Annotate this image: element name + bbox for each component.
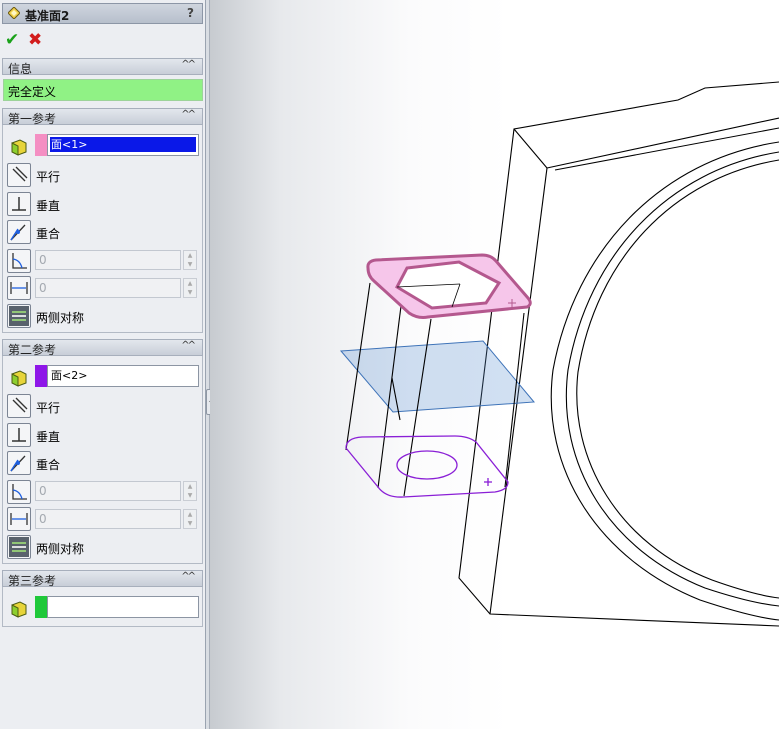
perpendicular-button[interactable] — [7, 192, 31, 216]
coincident-icon — [10, 224, 26, 241]
reference1-color-swatch — [35, 134, 47, 156]
angle-icon — [12, 484, 27, 500]
distance-button[interactable] — [7, 276, 31, 300]
parallel-button[interactable] — [7, 394, 31, 418]
angle-icon — [12, 253, 27, 269]
plane-feature-icon — [8, 7, 20, 19]
parallel-icon — [12, 397, 28, 413]
collapse-icon[interactable]: ^^ — [181, 340, 196, 351]
collapse-icon[interactable]: ^^ — [181, 59, 196, 70]
perpendicular-button[interactable] — [7, 423, 31, 447]
distance-icon — [10, 282, 28, 294]
datum-plane-preview — [339, 340, 536, 413]
third-reference-selection-field[interactable] — [47, 596, 199, 618]
first-reference-selection-field[interactable]: 面<1> — [47, 134, 199, 156]
distance-input[interactable]: 0 — [35, 278, 181, 298]
top-face-selected — [366, 253, 532, 319]
parallel-button[interactable] — [7, 163, 31, 187]
symmetric-button[interactable] — [7, 535, 31, 559]
coincident-button[interactable] — [7, 220, 31, 244]
help-icon[interactable]: ? — [187, 6, 194, 20]
face-selection-icon — [11, 601, 27, 618]
face-selection-icon — [11, 370, 27, 387]
status-message: 完全定义 — [3, 79, 203, 101]
coincident-label: 重合 — [36, 458, 61, 472]
coincident-icon — [10, 455, 26, 472]
distance-button[interactable] — [7, 507, 31, 531]
perpendicular-label: 垂直 — [36, 430, 61, 444]
ok-button[interactable]: ✔ — [5, 31, 19, 49]
bottom-face-highlight — [345, 435, 509, 498]
parallel-icon — [12, 166, 28, 182]
angle-button[interactable] — [7, 249, 31, 273]
distance-input[interactable]: 0 — [35, 509, 181, 529]
first-reference-selection-text: 面<1> — [50, 137, 196, 152]
second-reference-selection-field[interactable]: 面<2> — [47, 365, 199, 387]
perpendicular-icon — [12, 428, 26, 442]
distance-spinner[interactable]: ▲ ▼ — [183, 278, 197, 298]
base-part — [458, 81, 779, 627]
symmetric-label: 两侧对称 — [36, 542, 85, 556]
cancel-button[interactable]: ✖ — [28, 31, 42, 49]
symmetric-label: 两侧对称 — [36, 311, 85, 325]
collapse-icon[interactable]: ^^ — [181, 571, 196, 582]
distance-icon — [10, 513, 28, 525]
parallel-label: 平行 — [36, 401, 61, 415]
second-reference-body — [2, 356, 203, 564]
perpendicular-icon — [12, 197, 26, 211]
angle-input[interactable]: 0 — [35, 481, 181, 501]
info-section-label: 信息 — [8, 62, 33, 76]
angle-button[interactable] — [7, 480, 31, 504]
symmetric-button[interactable] — [7, 304, 31, 328]
first-reference-header[interactable]: 第一参考 ^^ — [2, 108, 203, 126]
coincident-label: 重合 — [36, 227, 61, 241]
coincident-button[interactable] — [7, 451, 31, 475]
distance-spinner[interactable]: ▲ ▼ — [183, 509, 197, 529]
status-text: 完全定义 — [8, 85, 57, 99]
model-view[interactable] — [210, 0, 779, 729]
first-reference-body — [2, 125, 203, 333]
info-section-header[interactable]: 信息 ^^ — [2, 58, 203, 76]
panel-title: 基准面2 — [25, 9, 70, 23]
graphics-viewport[interactable] — [210, 0, 779, 729]
second-reference-header[interactable]: 第二参考 ^^ — [2, 339, 203, 357]
property-manager-panel: 基准面2 ? ✔ ✖ 信息 ^^ 完全定义 第一参考 ^^ 面<1> 平行 垂直… — [0, 0, 206, 729]
collapse-icon[interactable]: ^^ — [181, 109, 196, 120]
third-reference-header[interactable]: 第三参考 ^^ — [2, 570, 203, 588]
panel-titlebar: 基准面2 ? — [2, 3, 203, 24]
perpendicular-label: 垂直 — [36, 199, 61, 213]
angle-spinner[interactable]: ▲ ▼ — [183, 250, 197, 270]
angle-input[interactable]: 0 — [35, 250, 181, 270]
reference3-color-swatch — [35, 596, 47, 618]
second-reference-selection-text: 面<2> — [51, 369, 88, 382]
angle-spinner[interactable]: ▲ ▼ — [183, 481, 197, 501]
reference2-color-swatch — [35, 365, 47, 387]
face-selection-icon — [11, 139, 27, 156]
parallel-label: 平行 — [36, 170, 61, 184]
symmetric-icon — [9, 306, 29, 326]
symmetric-icon — [9, 537, 29, 557]
